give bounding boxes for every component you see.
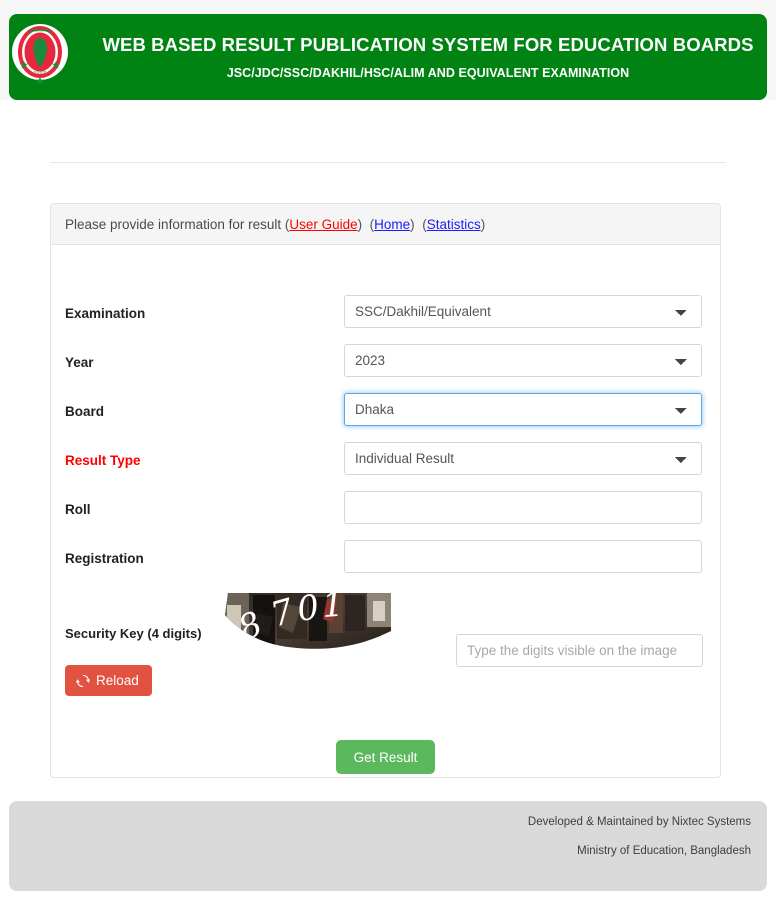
svg-text:1: 1 bbox=[321, 593, 345, 626]
home-link[interactable]: Home bbox=[374, 217, 410, 232]
control-registration bbox=[344, 540, 702, 573]
user-guide-link[interactable]: User Guide bbox=[289, 217, 357, 232]
label-board: Board bbox=[65, 404, 105, 419]
control-examination: SSC/Dakhil/Equivalent bbox=[344, 295, 702, 328]
panel-header-links: (User Guide) (Home) (Statistics) bbox=[281, 216, 486, 232]
bangladesh-government-emblem-icon: গণপ্রজাতন্ত্রী সরকার bbox=[11, 17, 69, 87]
statistics-link[interactable]: Statistics bbox=[427, 217, 481, 232]
form-row-board: Board Dhaka bbox=[51, 393, 720, 442]
page-subtitle: JSC/JDC/SSC/DAKHIL/HSC/ALIM AND EQUIVALE… bbox=[226, 65, 630, 80]
form-row-examination: Examination SSC/Dakhil/Equivalent bbox=[51, 295, 720, 344]
page-header: WEB BASED RESULT PUBLICATION SYSTEM FOR … bbox=[9, 14, 767, 100]
refresh-icon bbox=[76, 674, 90, 688]
header-title-group: WEB BASED RESULT PUBLICATION SYSTEM FOR … bbox=[99, 14, 757, 100]
label-examination: Examination bbox=[65, 306, 146, 321]
submit-row: Get Result bbox=[51, 740, 720, 774]
section-divider bbox=[50, 162, 726, 163]
result-publication-page: WEB BASED RESULT PUBLICATION SYSTEM FOR … bbox=[0, 0, 776, 900]
form-row-security-key: Security Key (4 digits) 8 7 0 1 Reload T… bbox=[51, 593, 720, 703]
svg-text:গণপ্রজাতন্ত্রী: গণপ্রজাতন্ত্রী bbox=[30, 28, 51, 33]
svg-text:0: 0 bbox=[295, 593, 322, 630]
panel-body: Examination SSC/Dakhil/Equivalent Year 2… bbox=[51, 245, 720, 777]
control-year: 2023 bbox=[344, 344, 702, 377]
control-result-type: Individual Result bbox=[344, 442, 702, 475]
label-year: Year bbox=[65, 355, 94, 370]
footer-ministry-credit: Ministry of Education, Bangladesh bbox=[577, 844, 751, 857]
panel-header-text: Please provide information for result bbox=[65, 216, 282, 232]
result-form-panel: Please provide information for result (U… bbox=[50, 203, 721, 778]
page-footer: Developed & Maintained by Nixtec Systems… bbox=[9, 801, 767, 891]
get-result-button[interactable]: Get Result bbox=[335, 740, 436, 774]
captcha-image: 8 7 0 1 bbox=[223, 593, 391, 666]
label-result-type: Result Type bbox=[65, 453, 141, 468]
label-security-key: Security Key (4 digits) bbox=[65, 626, 202, 641]
examination-select[interactable]: SSC/Dakhil/Equivalent bbox=[344, 295, 702, 328]
reload-label: Reload bbox=[96, 673, 139, 688]
page-title: WEB BASED RESULT PUBLICATION SYSTEM FOR … bbox=[102, 34, 754, 56]
control-board: Dhaka bbox=[344, 393, 702, 426]
registration-input[interactable] bbox=[344, 540, 702, 573]
reload-captcha-button[interactable]: Reload bbox=[65, 665, 152, 696]
panel-header: Please provide information for result (U… bbox=[51, 204, 720, 245]
svg-text:সরকার: সরকার bbox=[33, 70, 47, 76]
year-select[interactable]: 2023 bbox=[344, 344, 702, 377]
footer-developer-credit: Developed & Maintained by Nixtec Systems bbox=[527, 816, 751, 828]
control-roll bbox=[344, 491, 702, 524]
result-type-select[interactable]: Individual Result bbox=[344, 442, 702, 475]
roll-input[interactable] bbox=[344, 491, 702, 524]
label-roll: Roll bbox=[65, 502, 91, 517]
security-key-input[interactable] bbox=[456, 634, 703, 667]
form-row-registration: Registration bbox=[51, 540, 720, 589]
control-security-key bbox=[456, 634, 703, 667]
form-row-roll: Roll bbox=[51, 491, 720, 540]
form-row-year: Year 2023 bbox=[51, 344, 720, 393]
distorted-captcha-image-icon: 8 7 0 1 bbox=[225, 593, 391, 649]
label-registration: Registration bbox=[65, 551, 144, 566]
board-select[interactable]: Dhaka bbox=[344, 393, 702, 426]
form-row-result-type: Result Type Individual Result bbox=[51, 442, 720, 491]
